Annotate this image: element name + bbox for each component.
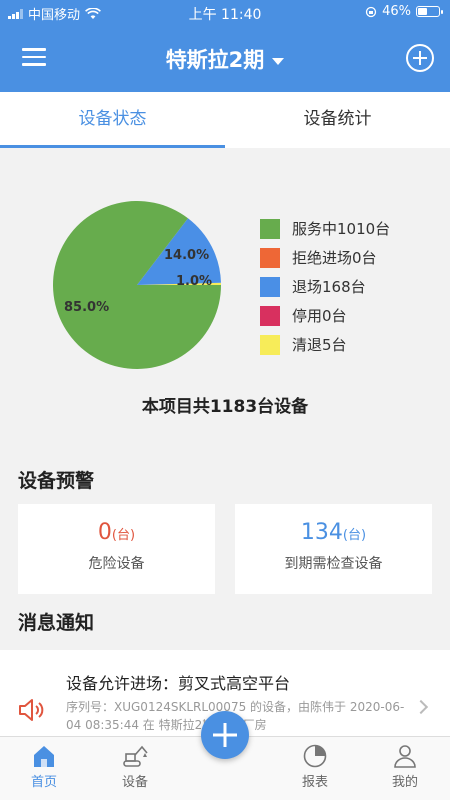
legend-swatch bbox=[260, 305, 280, 326]
legend-label: 退场168台 bbox=[292, 278, 366, 296]
tab-label: 我的 bbox=[391, 775, 418, 790]
tab-label: 报表 bbox=[301, 775, 328, 790]
danger-devices-card[interactable]: 0(台) 危险设备 bbox=[18, 504, 215, 594]
speaker-icon bbox=[19, 699, 44, 721]
card-label: 危险设备 bbox=[88, 556, 145, 572]
add-fab-button[interactable] bbox=[201, 711, 249, 759]
legend-swatch bbox=[260, 218, 280, 239]
battery-percent: 46% bbox=[382, 4, 411, 19]
app-header: 特斯拉2期 bbox=[0, 24, 450, 92]
tab-label: 设备 bbox=[121, 775, 148, 790]
pie-data-label: 1.0% bbox=[176, 274, 213, 289]
orientation-lock-icon bbox=[365, 6, 377, 17]
inspection-due-count: 134 bbox=[300, 520, 343, 545]
unit-label: (台) bbox=[342, 528, 367, 543]
device-status-panel: 85.0% 14.0% 1.0% 服务中1010台 拒绝进场0台 退场168台 … bbox=[0, 148, 450, 444]
notice-title: 设备允许进场：剪叉式高空平台 bbox=[66, 674, 291, 693]
notice-section-title: 消息通知 bbox=[18, 612, 95, 634]
legend-item: 停用0台 bbox=[260, 301, 390, 330]
unit-label: (台) bbox=[111, 528, 136, 543]
legend-label: 拒绝进场0台 bbox=[292, 249, 377, 267]
card-value-row: 0(台) bbox=[18, 520, 215, 545]
legend-swatch bbox=[260, 247, 280, 268]
warning-section-title: 设备预警 bbox=[18, 470, 95, 492]
status-bar: 中国移动 上午 11:40 46% bbox=[0, 0, 450, 24]
project-title: 特斯拉2期 bbox=[165, 48, 265, 72]
legend-label: 清退5台 bbox=[292, 336, 347, 354]
legend-item: 拒绝进场0台 bbox=[260, 243, 390, 272]
legend-item: 退场168台 bbox=[260, 272, 390, 301]
tab-profile[interactable]: 我的 bbox=[375, 743, 435, 790]
chart-legend: 服务中1010台 拒绝进场0台 退场168台 停用0台 清退5台 bbox=[260, 214, 390, 359]
caret-down-icon bbox=[272, 57, 285, 65]
tab-device-status[interactable]: 设备状态 bbox=[0, 92, 225, 148]
chevron-right-icon bbox=[413, 699, 429, 715]
danger-count: 0 bbox=[97, 520, 112, 545]
legend-swatch bbox=[260, 334, 280, 355]
tab-label: 首页 bbox=[30, 775, 57, 790]
inspection-due-card[interactable]: 134(台) 到期需检查设备 bbox=[235, 504, 432, 594]
add-circle-icon[interactable] bbox=[406, 44, 434, 72]
status-right: 46% bbox=[365, 4, 443, 19]
home-icon bbox=[34, 746, 54, 767]
pie-chart-icon bbox=[303, 744, 327, 768]
pie-data-label: 85.0% bbox=[64, 300, 110, 315]
project-selector[interactable]: 特斯拉2期 bbox=[0, 44, 450, 74]
legend-label: 服务中1010台 bbox=[292, 220, 391, 238]
battery-level bbox=[418, 8, 427, 15]
legend-item: 服务中1010台 bbox=[260, 214, 390, 243]
tab-reports[interactable]: 报表 bbox=[285, 743, 345, 790]
bottom-tab-bar: 首页 设备 报表 我的 bbox=[0, 711, 450, 800]
legend-swatch bbox=[260, 276, 280, 297]
card-label: 到期需检查设备 bbox=[284, 556, 383, 572]
legend-item: 清退5台 bbox=[260, 330, 390, 359]
tab-devices[interactable]: 设备 bbox=[105, 743, 165, 790]
excavator-icon bbox=[123, 745, 148, 767]
tab-home[interactable]: 首页 bbox=[14, 743, 74, 790]
tab-bar-top: 设备状态 设备统计 bbox=[0, 92, 450, 148]
user-icon bbox=[394, 745, 416, 768]
card-value-row: 134(台) bbox=[235, 520, 432, 545]
tab-device-statistics[interactable]: 设备统计 bbox=[225, 92, 450, 148]
legend-label: 停用0台 bbox=[292, 307, 347, 325]
battery-icon bbox=[416, 6, 443, 17]
pie-data-label: 14.0% bbox=[164, 248, 210, 263]
total-devices-text: 本项目共1183台设备 bbox=[141, 397, 309, 417]
